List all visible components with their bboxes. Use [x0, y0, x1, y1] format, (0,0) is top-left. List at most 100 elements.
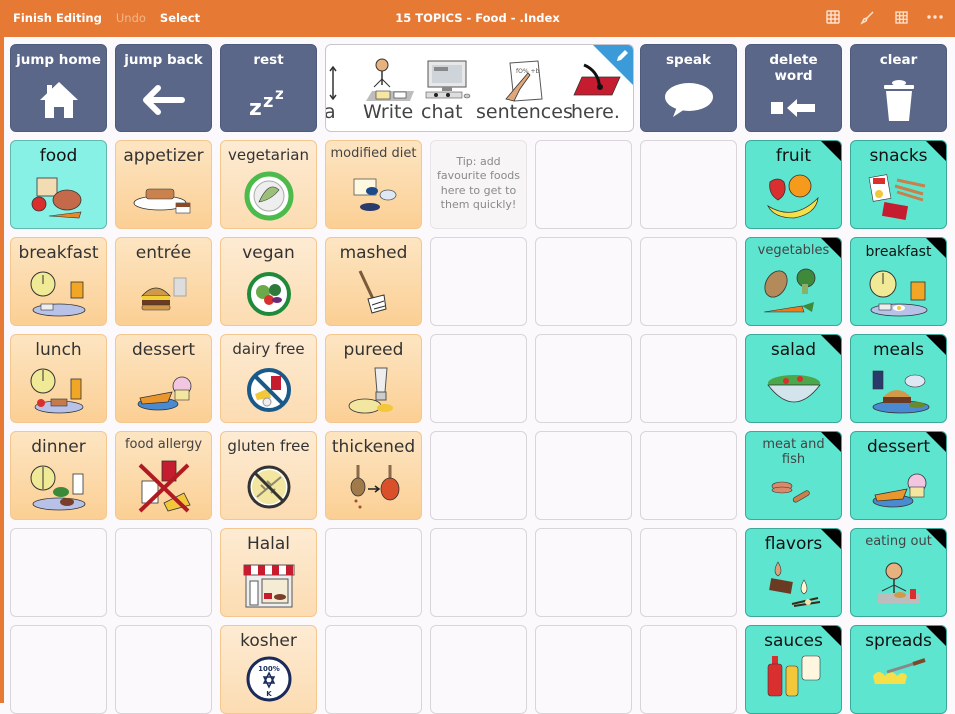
sleep-zzz-icon: zzz	[221, 69, 316, 131]
folder-meat-and-fish[interactable]: meat and fish	[745, 431, 842, 520]
empty-cell[interactable]	[10, 528, 107, 617]
masher-icon	[326, 264, 421, 325]
folder-corner	[925, 335, 946, 356]
rest-button[interactable]: rest zzz	[220, 44, 317, 132]
empty-cell[interactable]	[640, 528, 737, 617]
grid-edit-icon[interactable]	[825, 9, 841, 25]
svg-text:z: z	[249, 96, 262, 117]
folder-breakfast[interactable]: breakfast	[850, 237, 947, 326]
breakfast-cell[interactable]: breakfast	[10, 237, 107, 326]
empty-cell[interactable]	[640, 334, 737, 423]
folder-dessert[interactable]: dessert	[850, 431, 947, 520]
category-food[interactable]: food	[10, 140, 107, 229]
cell-label: fruit	[775, 146, 812, 166]
entree-cell[interactable]: entrée	[115, 237, 212, 326]
trash-icon	[851, 69, 946, 131]
clear-button[interactable]: clear	[850, 44, 947, 132]
empty-cell[interactable]	[115, 528, 212, 617]
gluten-free-cell[interactable]: gluten free	[220, 431, 317, 520]
dinner-cell[interactable]: dinner	[10, 431, 107, 520]
undo-button[interactable]: Undo	[116, 11, 146, 25]
snacks-icon	[851, 167, 946, 228]
empty-cell[interactable]	[325, 625, 422, 714]
folder-eating-out[interactable]: eating out	[850, 528, 947, 617]
speak-button[interactable]: speak	[640, 44, 737, 132]
appetizer-cell[interactable]: appetizer	[115, 140, 212, 229]
cell-label: Halal	[246, 534, 291, 554]
empty-cell[interactable]	[535, 334, 632, 423]
empty-cell[interactable]	[640, 431, 737, 520]
delete-word-button[interactable]: delete word	[745, 44, 842, 132]
pencil-icon[interactable]	[614, 48, 630, 64]
folder-vegetables[interactable]: vegetables	[745, 237, 842, 326]
food-allergy-cell[interactable]: food allergy	[115, 431, 212, 520]
cell-label: sauces	[764, 631, 823, 651]
sentence-word[interactable]: sentences	[476, 101, 573, 123]
paintbrush-icon[interactable]	[859, 9, 875, 25]
grid-icon[interactable]	[893, 9, 909, 25]
vegetarian-cell[interactable]: vegetarian	[220, 140, 317, 229]
cell-label: entrée	[135, 243, 192, 263]
more-icon[interactable]	[927, 9, 943, 25]
empty-cell[interactable]	[640, 625, 737, 714]
select-button[interactable]: Select	[160, 11, 200, 25]
sentence-word[interactable]: chat	[421, 101, 463, 123]
empty-cell[interactable]	[535, 528, 632, 617]
folder-snacks[interactable]: snacks	[850, 140, 947, 229]
thickened-icon	[326, 458, 421, 519]
vegan-cell[interactable]: vegan	[220, 237, 317, 326]
empty-cell[interactable]	[535, 237, 632, 326]
finish-editing-button[interactable]: Finish Editing	[13, 11, 102, 25]
tip-text: Tip: add favourite foods here to get to …	[436, 155, 521, 211]
folder-spreads[interactable]: spreads	[850, 625, 947, 714]
folder-salad[interactable]: salad	[745, 334, 842, 423]
sentence-word[interactable]: here.	[571, 101, 620, 123]
modified-diet-cell[interactable]: modified diet	[325, 140, 422, 229]
empty-cell[interactable]	[10, 625, 107, 714]
pureed-cell[interactable]: pureed	[325, 334, 422, 423]
svg-text:K: K	[266, 690, 272, 698]
breakfast-clock-icon	[11, 264, 106, 325]
sentence-bar[interactable]: a fO% +b Write chat sentences here.	[325, 44, 634, 132]
folder-fruit[interactable]: fruit	[745, 140, 842, 229]
sentence-partial-word[interactable]: a	[326, 101, 336, 123]
fruit-icon	[746, 167, 841, 228]
empty-cell[interactable]	[430, 237, 527, 326]
empty-cell[interactable]	[535, 140, 632, 229]
folder-flavors[interactable]: flavors	[745, 528, 842, 617]
jump-home-button[interactable]: jump home	[10, 44, 107, 132]
empty-cell[interactable]	[115, 625, 212, 714]
thickened-cell[interactable]: thickened	[325, 431, 422, 520]
empty-cell[interactable]	[430, 625, 527, 714]
cell-label: pureed	[343, 340, 404, 360]
folder-meals[interactable]: meals	[850, 334, 947, 423]
halal-cell[interactable]: Halal	[220, 528, 317, 617]
lunch-cell[interactable]: lunch	[10, 334, 107, 423]
empty-cell[interactable]	[430, 431, 527, 520]
eating-out-icon	[851, 550, 946, 616]
dessert-cell[interactable]: dessert	[115, 334, 212, 423]
empty-cell[interactable]	[430, 334, 527, 423]
writing-person-icon	[366, 58, 414, 101]
kosher-cell[interactable]: kosher 100% K	[220, 625, 317, 714]
folder-corner	[925, 432, 946, 453]
empty-cell[interactable]	[535, 625, 632, 714]
vegetables-icon	[746, 259, 841, 325]
folder-sauces[interactable]: sauces	[745, 625, 842, 714]
cell-label: breakfast	[18, 243, 99, 263]
cell-label: gluten free	[227, 437, 310, 455]
empty-cell[interactable]	[640, 140, 737, 229]
sentence-word[interactable]: Write	[363, 101, 413, 123]
delete-word-label: delete word	[769, 52, 818, 84]
svg-text:z: z	[263, 91, 273, 112]
delete-word-icon	[746, 84, 841, 131]
empty-cell[interactable]	[325, 528, 422, 617]
empty-cell[interactable]	[535, 431, 632, 520]
empty-cell[interactable]	[640, 237, 737, 326]
dairy-free-cell[interactable]: dairy free	[220, 334, 317, 423]
folder-corner	[820, 626, 841, 647]
jump-back-button[interactable]: jump back	[115, 44, 212, 132]
mashed-cell[interactable]: mashed	[325, 237, 422, 326]
empty-cell[interactable]	[430, 528, 527, 617]
cell-label: kosher	[240, 631, 297, 651]
